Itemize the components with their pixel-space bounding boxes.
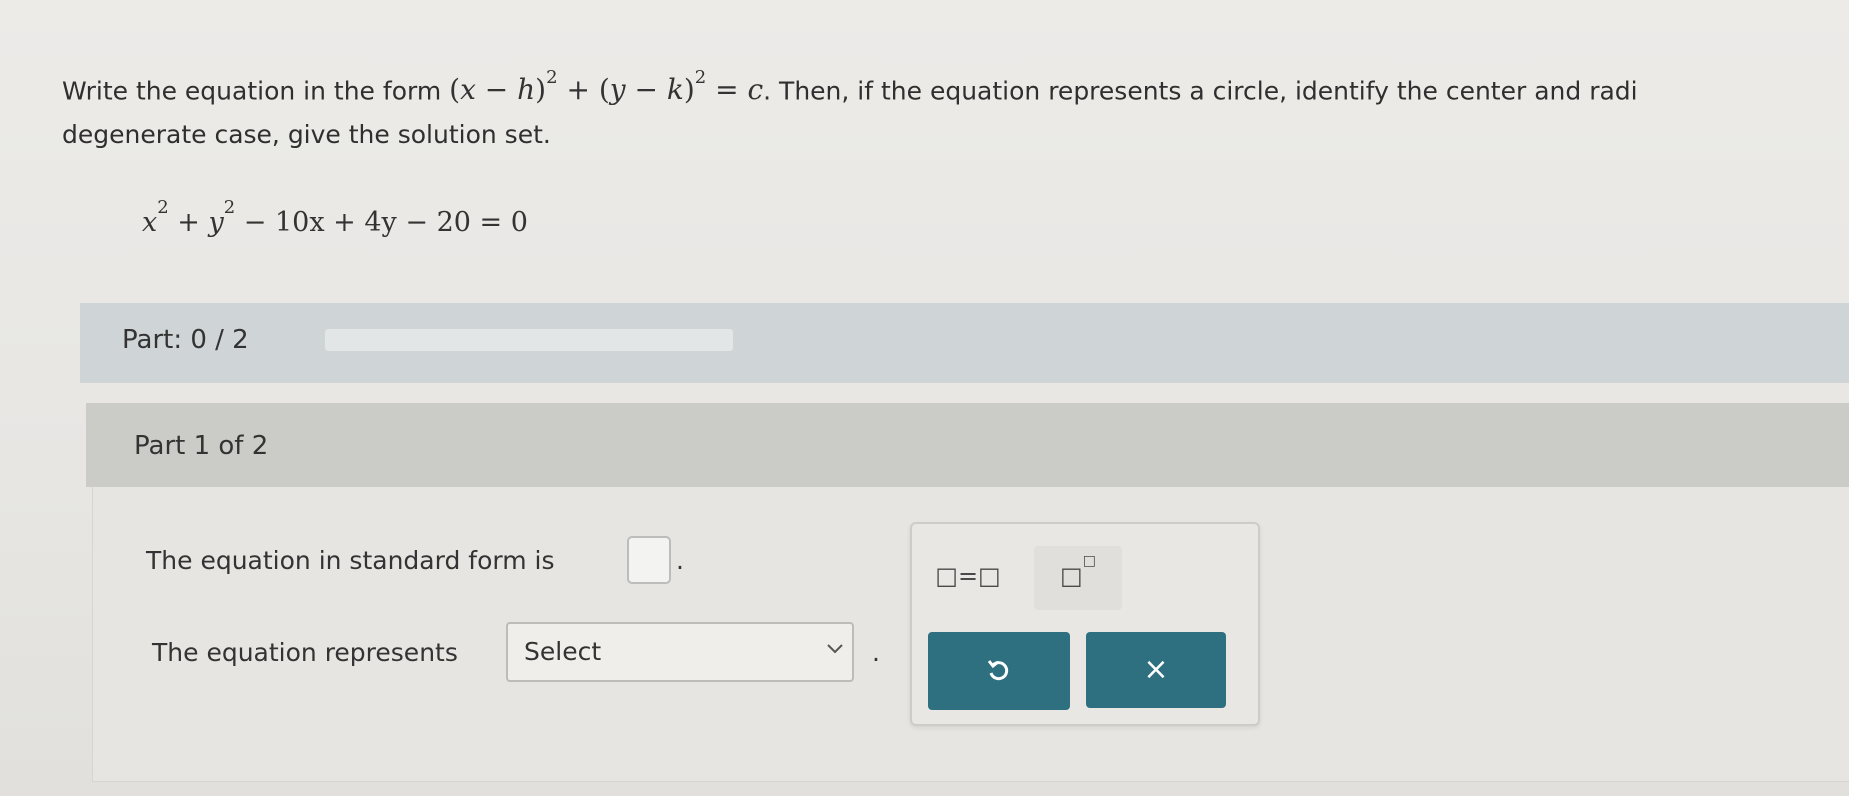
represents-prompt: The equation represents [152,638,458,667]
equals-template-button[interactable]: □=□ [924,546,1012,610]
part-header-label: Part 1 of 2 [134,431,269,461]
clear-button[interactable]: × [1086,632,1226,708]
represents-select[interactable]: Select [506,622,854,682]
period-2: . [872,638,880,667]
select-value: Select [524,637,602,666]
standard-form-prompt: The equation in standard form is [146,546,555,575]
undo-icon [987,660,1009,681]
question-suffix: . Then, if the equation represents a cir… [763,76,1638,106]
exponent-template-icon: □□ [1060,553,1096,590]
equals-template-icon: □=□ [935,562,1001,590]
clear-icon: × [1143,652,1169,687]
question-line-2: degenerate case, give the solution set. [62,120,551,150]
undo-button[interactable] [928,632,1070,710]
given-equation: x2 + y2 − 10x + 4y − 20 = 0 [142,197,528,238]
exponent-template-button[interactable]: □□ [1034,546,1122,610]
part-header: Part 1 of 2 [86,403,1849,487]
progress-track [325,329,733,351]
chevron-down-icon [824,638,846,664]
math-toolbar: □=□ □□ × [910,522,1260,726]
form-equation: (x − h)2 + (y − k)2 = c [449,67,764,107]
period-1: . [676,546,684,575]
question-line-1: Write the equation in the form (x − h)2 … [62,62,1842,113]
progress-bar-section: Part: 0 / 2 [80,303,1849,383]
question-prefix: Write the equation in the form [62,76,450,106]
standard-form-answer-input[interactable] [627,536,671,584]
progress-label: Part: 0 / 2 [122,325,249,355]
page: Write the equation in the form (x − h)2 … [0,0,1849,796]
question-text: Write the equation in the form (x − h)2 … [62,62,1842,157]
